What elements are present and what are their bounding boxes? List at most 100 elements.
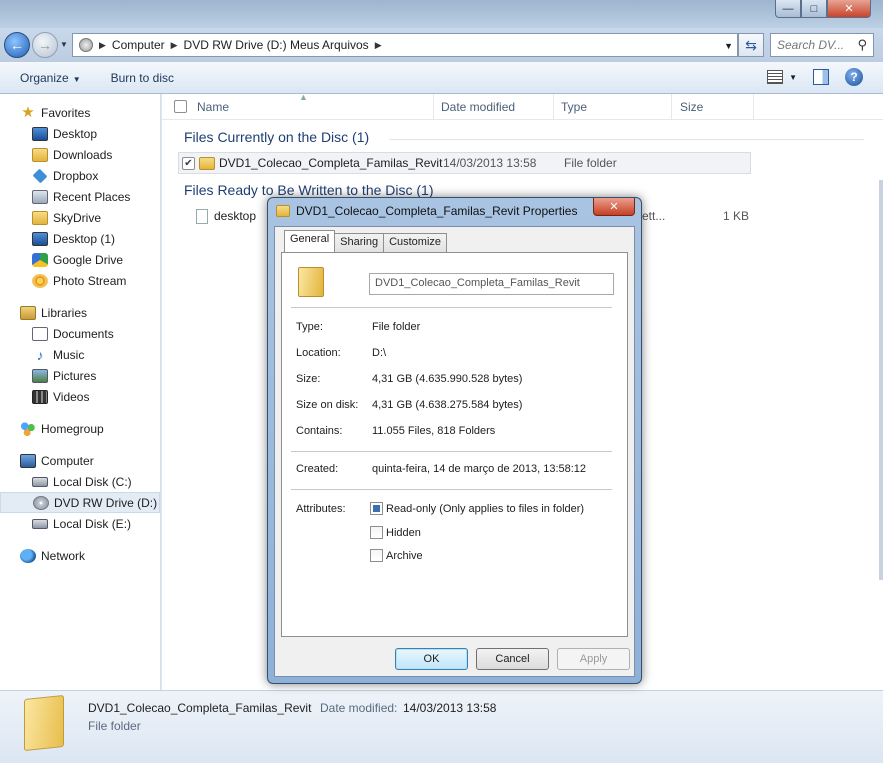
sidebar-item-recent-places[interactable]: Recent Places — [0, 186, 160, 207]
view-dropdown-icon[interactable]: ▼ — [789, 73, 797, 82]
recent-pages-dropdown-icon[interactable]: ▼ — [60, 40, 68, 49]
tab-general[interactable]: General — [284, 230, 336, 252]
dvd-icon — [33, 495, 49, 510]
hidden-checkbox[interactable]: Hidden — [370, 526, 421, 539]
hard-drive-icon — [32, 518, 48, 529]
chevron-right-icon[interactable]: ▶ — [171, 40, 178, 51]
type-value: File folder — [372, 321, 421, 333]
change-view-icon[interactable] — [767, 70, 784, 84]
organize-label: Organize — [20, 70, 69, 85]
column-type[interactable]: Type — [561, 100, 587, 114]
checkbox-box[interactable] — [370, 526, 383, 539]
sidebar-item-documents[interactable]: Documents — [0, 323, 160, 344]
documents-icon — [32, 326, 48, 341]
tab-customize[interactable]: Customize — [383, 233, 448, 252]
address-bar[interactable]: ▶ Computer ▶ DVD RW Drive (D:) Meus Arqu… — [72, 33, 738, 57]
sidebar-label: Local Disk (C:) — [53, 474, 132, 489]
sidebar-label: Documents — [53, 326, 114, 341]
details-pane: DVD1_Colecao_Completa_Familas_Revit Date… — [0, 690, 883, 763]
window-controls: — □ ✕ — [775, 0, 871, 18]
sidebar-item-dvd-drive[interactable]: DVD RW Drive (D:) M — [0, 492, 160, 513]
sidebar-item-music[interactable]: ♪ Music — [0, 344, 160, 365]
column-name[interactable]: Name — [197, 100, 229, 114]
readonly-checkbox[interactable]: Read-only (Only applies to files in fold… — [370, 502, 584, 515]
navigation-pane: ★ Favorites Desktop Downloads Dropbox Rec… — [0, 94, 161, 690]
close-button[interactable]: ✕ — [827, 0, 871, 18]
file-row[interactable]: ✔ DVD1_Colecao_Completa_Familas_Revit 14… — [178, 152, 751, 174]
computer-icon — [20, 453, 36, 468]
cancel-button[interactable]: Cancel — [476, 648, 549, 670]
chevron-right-icon[interactable]: ▶ — [99, 40, 106, 51]
dialog-close-button[interactable]: ✕ — [593, 198, 635, 216]
sidebar-item-pictures[interactable]: Pictures — [0, 365, 160, 386]
checkbox-box[interactable] — [370, 502, 383, 515]
type-label: Type: — [296, 321, 323, 333]
sidebar-homegroup[interactable]: Homegroup — [0, 418, 160, 439]
forward-button[interactable]: → — [32, 32, 58, 58]
help-icon[interactable]: ? — [845, 68, 863, 86]
sidebar-favorites[interactable]: ★ Favorites — [0, 102, 160, 123]
maximize-button[interactable]: □ — [801, 0, 827, 18]
group-header-on-disc[interactable]: Files Currently on the Disc (1) — [184, 129, 864, 145]
folder-icon — [199, 156, 215, 170]
created-label: Created: — [296, 463, 339, 475]
sidebar-item-local-disk-e[interactable]: Local Disk (E:) — [0, 513, 160, 534]
sidebar-label: Music — [53, 347, 85, 362]
select-all-checkbox[interactable] — [174, 100, 187, 113]
burn-to-disc-button[interactable]: Burn to disc — [101, 71, 184, 85]
sidebar-label: Recent Places — [53, 189, 131, 204]
column-date-modified[interactable]: Date modified — [441, 100, 515, 114]
address-row: ← → ▼ ▶ Computer ▶ DVD RW Drive (D:) Meu… — [0, 28, 883, 62]
sidebar-label: Favorites — [41, 105, 91, 120]
hidden-label: Hidden — [386, 526, 421, 539]
breadcrumb-dvd-drive[interactable]: DVD RW Drive (D:) Meus Arquivos — [184, 38, 369, 52]
address-dropdown-icon[interactable]: ▼ — [724, 41, 733, 51]
row-checkbox[interactable]: ✔ — [182, 156, 195, 170]
scrollbar[interactable] — [879, 180, 883, 580]
column-size[interactable]: Size — [680, 100, 703, 114]
ok-button[interactable]: OK — [395, 648, 468, 670]
sidebar-item-google-drive[interactable]: Google Drive — [0, 249, 160, 270]
sidebar-item-desktop-1[interactable]: Desktop (1) — [0, 228, 160, 249]
sidebar-libraries[interactable]: Libraries — [0, 302, 160, 323]
refresh-button[interactable]: ⇆ — [738, 33, 764, 57]
sidebar-item-photo-stream[interactable]: Photo Stream — [0, 270, 160, 291]
homegroup-icon — [20, 421, 36, 436]
archive-checkbox[interactable]: Archive — [370, 549, 423, 562]
sidebar-item-local-disk-c[interactable]: Local Disk (C:) — [0, 471, 160, 492]
folder-name-field[interactable]: DVD1_Colecao_Completa_Familas_Revit — [369, 273, 614, 295]
sidebar-item-dropbox[interactable]: Dropbox — [0, 165, 160, 186]
sidebar-item-downloads[interactable]: Downloads — [0, 144, 160, 165]
details-date-label: Date modified: — [320, 701, 398, 715]
minimize-button[interactable]: — — [775, 0, 801, 18]
divider — [291, 307, 612, 308]
sidebar-item-desktop[interactable]: Desktop — [0, 123, 160, 144]
size-on-disk-label: Size on disk: — [296, 399, 359, 411]
details-name: DVD1_Colecao_Completa_Familas_Revit — [88, 701, 312, 715]
apply-button[interactable]: Apply — [557, 648, 630, 670]
search-icon[interactable]: ⚲ — [857, 37, 867, 53]
sidebar-label: Libraries — [41, 305, 88, 320]
chevron-right-icon[interactable]: ▶ — [375, 40, 382, 51]
file-icon — [196, 208, 208, 224]
sidebar-network[interactable]: Network — [0, 545, 160, 566]
group-header-ready[interactable]: Files Ready to Be Written to the Disc (1… — [184, 182, 434, 198]
sidebar-item-videos[interactable]: Videos — [0, 386, 160, 407]
sidebar-label: Desktop — [53, 126, 98, 141]
recent-places-icon — [32, 189, 48, 204]
sidebar-label: Computer — [41, 453, 94, 468]
breadcrumb-computer[interactable]: Computer — [112, 38, 165, 52]
tab-sharing[interactable]: Sharing — [334, 233, 385, 252]
search-input[interactable]: Search DV... ⚲ — [770, 33, 874, 57]
tab-strip: General Sharing Customize — [284, 230, 448, 252]
dialog-titlebar[interactable]: DVD1_Colecao_Completa_Familas_Revit Prop… — [276, 204, 577, 218]
preview-pane-icon[interactable] — [813, 69, 829, 85]
checkbox-box[interactable] — [370, 549, 383, 562]
dialog-title: DVD1_Colecao_Completa_Familas_Revit Prop… — [296, 204, 578, 218]
organize-button[interactable]: Organize ▼ — [0, 71, 91, 85]
libraries-icon — [20, 305, 36, 320]
sidebar-computer[interactable]: Computer — [0, 450, 160, 471]
back-button[interactable]: ← — [4, 32, 30, 58]
sidebar-item-skydrive[interactable]: SkyDrive — [0, 207, 160, 228]
file-name: DVD1_Colecao_Completa_Familas_Revit — [219, 156, 443, 170]
